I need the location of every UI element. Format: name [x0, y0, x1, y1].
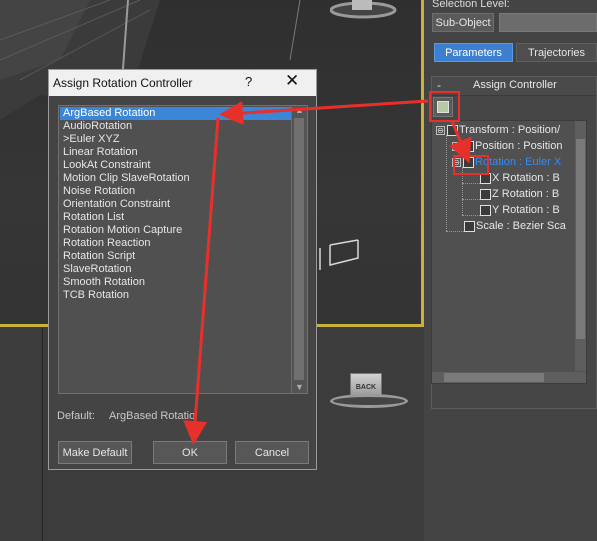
- scale-icon: [464, 220, 475, 232]
- list-item[interactable]: Noise Rotation: [63, 185, 135, 198]
- viewcube-compass-ring[interactable]: [330, 394, 408, 408]
- tree-node-scale[interactable]: Scale : Bezier Sca: [464, 220, 566, 235]
- tree-node-label: Y Rotation : B: [492, 204, 560, 216]
- tab-trajectories[interactable]: Trajectories: [516, 43, 597, 62]
- list-item[interactable]: SlaveRotation: [63, 263, 132, 276]
- dialog-title: Assign Rotation Controller: [53, 76, 193, 90]
- viewcube-top[interactable]: [330, 0, 400, 22]
- list-item[interactable]: >Euler XYZ: [63, 133, 120, 146]
- tree-node-label: Position : Position: [475, 140, 563, 152]
- list-item[interactable]: Motion Clip SlaveRotation: [63, 172, 190, 185]
- cancel-button[interactable]: Cancel: [235, 441, 309, 464]
- command-panel: Selection Level: Sub-Object Parameters T…: [424, 0, 597, 541]
- list-item[interactable]: Rotation List: [63, 211, 124, 224]
- list-scrollbar[interactable]: ▲ ▼: [291, 105, 307, 393]
- tree-node-position[interactable]: ⊕ Position : Position: [452, 140, 562, 155]
- list-item[interactable]: ArgBased Rotation: [60, 107, 296, 120]
- controller-list[interactable]: ArgBased Rotation AudioRotation >Euler X…: [58, 105, 308, 394]
- scroll-down-icon[interactable]: ▼: [295, 382, 304, 392]
- scrollbar-thumb[interactable]: [444, 373, 544, 382]
- default-label: Default:: [57, 410, 95, 422]
- scroll-up-icon[interactable]: ▲: [295, 105, 304, 115]
- list-item[interactable]: Orientation Constraint: [63, 198, 170, 211]
- list-item[interactable]: LookAt Constraint: [63, 159, 150, 172]
- list-item[interactable]: Smooth Rotation: [63, 276, 145, 289]
- assign-rotation-controller-dialog: Assign Rotation Controller ? ✕ ArgBased …: [48, 69, 317, 470]
- transform-icon: [447, 124, 458, 136]
- tree-node-label: Scale : Bezier Sca: [476, 220, 566, 232]
- ok-button[interactable]: OK: [153, 441, 227, 464]
- tree-node-label: X Rotation : B: [492, 172, 560, 184]
- subobject-button[interactable]: Sub-Object: [432, 13, 494, 32]
- tree-node-transform[interactable]: ⊖ Transform : Position/: [436, 124, 560, 139]
- dialog-titlebar[interactable]: Assign Rotation Controller ? ✕: [49, 70, 316, 96]
- track-icon: [480, 188, 491, 200]
- annotation-highlight-assign-button: [429, 91, 460, 122]
- list-item[interactable]: TCB Rotation: [63, 289, 129, 302]
- default-value: ArgBased Rotatio: [109, 410, 196, 422]
- tree-horizontal-scrollbar[interactable]: [432, 372, 586, 383]
- tree-vertical-scrollbar[interactable]: [575, 121, 586, 371]
- collapse-icon[interactable]: ⊖: [436, 125, 445, 135]
- viewport-divider[interactable]: [42, 327, 43, 541]
- make-default-button[interactable]: Make Default: [58, 441, 132, 464]
- close-icon[interactable]: ✕: [285, 71, 299, 91]
- list-item[interactable]: Linear Rotation: [63, 146, 138, 159]
- tree-node-label: Transform : Position/: [459, 124, 561, 136]
- list-item[interactable]: Rotation Reaction: [63, 237, 150, 250]
- tab-parameters[interactable]: Parameters: [434, 43, 513, 62]
- tree-node-y-rotation[interactable]: Y Rotation : B: [480, 204, 560, 219]
- help-icon[interactable]: ?: [245, 74, 252, 89]
- track-icon: [480, 204, 491, 216]
- scrollbar-thumb[interactable]: [294, 118, 304, 380]
- position-icon: [463, 140, 474, 152]
- tree-node-x-rotation[interactable]: X Rotation : B: [480, 172, 560, 187]
- list-item[interactable]: AudioRotation: [63, 120, 132, 133]
- rollout-title: Assign Controller: [473, 79, 557, 91]
- selection-level-label: Selection Level:: [432, 0, 510, 10]
- list-item[interactable]: Rotation Script: [63, 250, 135, 263]
- selection-level-dropdown[interactable]: [499, 13, 597, 32]
- tree-node-label: Z Rotation : B: [492, 188, 560, 200]
- tree-node-z-rotation[interactable]: Z Rotation : B: [480, 188, 559, 203]
- rollout-collapse-icon[interactable]: -: [437, 78, 441, 92]
- annotation-highlight-rotation-node: [453, 155, 489, 175]
- expand-icon[interactable]: ⊕: [452, 141, 461, 151]
- scrollbar-thumb[interactable]: [576, 139, 585, 339]
- list-item[interactable]: Rotation Motion Capture: [63, 224, 182, 237]
